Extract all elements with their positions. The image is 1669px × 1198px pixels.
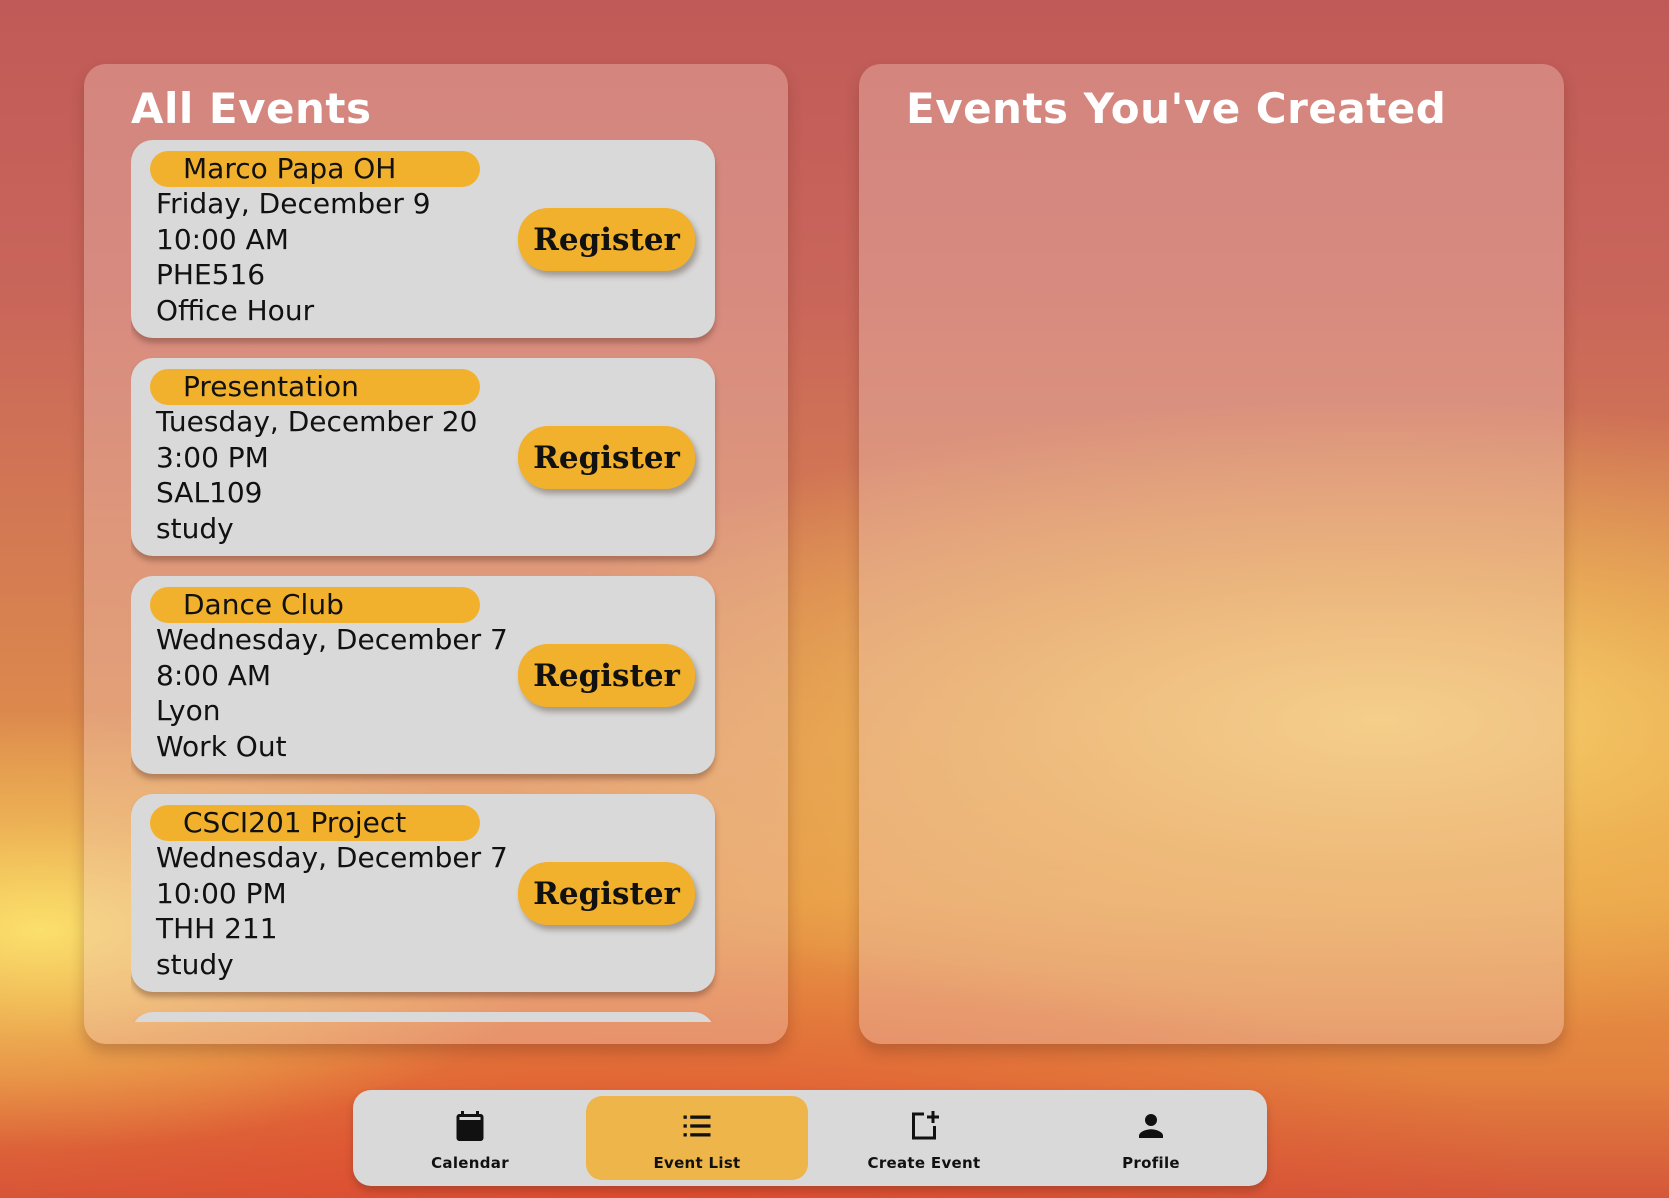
all-events-title: All Events bbox=[131, 84, 372, 133]
event-card: CSCI201 Project Wednesday, December 7 10… bbox=[131, 794, 715, 992]
event-title: Marco Papa OH bbox=[150, 151, 480, 187]
event-card: Presentation Tuesday, December 20 3:00 P… bbox=[131, 358, 715, 556]
add-box-icon bbox=[912, 1111, 939, 1140]
event-time: 10:00 PM bbox=[156, 876, 287, 910]
event-details: Wednesday, December 7 10:00 PM THH 211 s… bbox=[156, 840, 508, 982]
bottom-nav: Calendar Event List Create Event Profile bbox=[353, 1090, 1267, 1186]
person-icon bbox=[1139, 1114, 1163, 1138]
register-button[interactable]: Register bbox=[518, 208, 695, 271]
event-card-partial bbox=[131, 1012, 715, 1022]
all-events-panel: All Events Marco Papa OH Friday, Decembe… bbox=[84, 64, 788, 1044]
event-details: Tuesday, December 20 3:00 PM SAL109 stud… bbox=[156, 404, 477, 546]
event-card: Marco Papa OH Friday, December 9 10:00 A… bbox=[131, 140, 715, 338]
event-title: Presentation bbox=[150, 369, 480, 405]
event-time: 8:00 AM bbox=[156, 658, 272, 692]
event-title: Dance Club bbox=[150, 587, 480, 623]
nav-label: Calendar bbox=[431, 1154, 509, 1172]
event-location: PHE516 bbox=[156, 258, 266, 291]
event-category: study bbox=[156, 947, 234, 981]
list-icon bbox=[683, 1115, 711, 1137]
event-details: Wednesday, December 7 8:00 AM Lyon Work … bbox=[156, 622, 508, 764]
register-button[interactable]: Register bbox=[518, 862, 695, 925]
event-time: 3:00 PM bbox=[156, 440, 269, 474]
event-details: Friday, December 9 10:00 AM PHE516 Offic… bbox=[156, 186, 431, 328]
nav-label: Create Event bbox=[867, 1154, 981, 1172]
event-category: Work Out bbox=[156, 729, 287, 763]
register-button[interactable]: Register bbox=[518, 426, 695, 489]
created-events-panel: Events You've Created bbox=[859, 64, 1564, 1044]
event-title: CSCI201 Project bbox=[150, 805, 480, 841]
nav-label: Event List bbox=[653, 1154, 741, 1172]
calendar-icon bbox=[456, 1111, 484, 1141]
event-location: Lyon bbox=[156, 694, 221, 727]
nav-label: Profile bbox=[1122, 1154, 1180, 1172]
event-category: Office Hour bbox=[156, 293, 315, 327]
event-date: Wednesday, December 7 bbox=[156, 841, 508, 874]
created-events-title: Events You've Created bbox=[906, 84, 1447, 133]
event-location: SAL109 bbox=[156, 476, 263, 509]
event-time: 10:00 AM bbox=[156, 222, 289, 256]
events-list[interactable]: Marco Papa OH Friday, December 9 10:00 A… bbox=[131, 140, 733, 1022]
register-button[interactable]: Register bbox=[518, 644, 695, 707]
event-category: study bbox=[156, 511, 234, 545]
nav-create-event[interactable]: Create Event bbox=[813, 1096, 1035, 1180]
event-location: THH 211 bbox=[156, 912, 278, 945]
event-card: Dance Club Wednesday, December 7 8:00 AM… bbox=[131, 576, 715, 774]
event-date: Wednesday, December 7 bbox=[156, 623, 508, 656]
nav-calendar[interactable]: Calendar bbox=[359, 1096, 581, 1180]
nav-profile[interactable]: Profile bbox=[1040, 1096, 1262, 1180]
nav-event-list[interactable]: Event List bbox=[586, 1096, 808, 1180]
event-date: Friday, December 9 bbox=[156, 187, 431, 220]
event-date: Tuesday, December 20 bbox=[156, 405, 478, 438]
